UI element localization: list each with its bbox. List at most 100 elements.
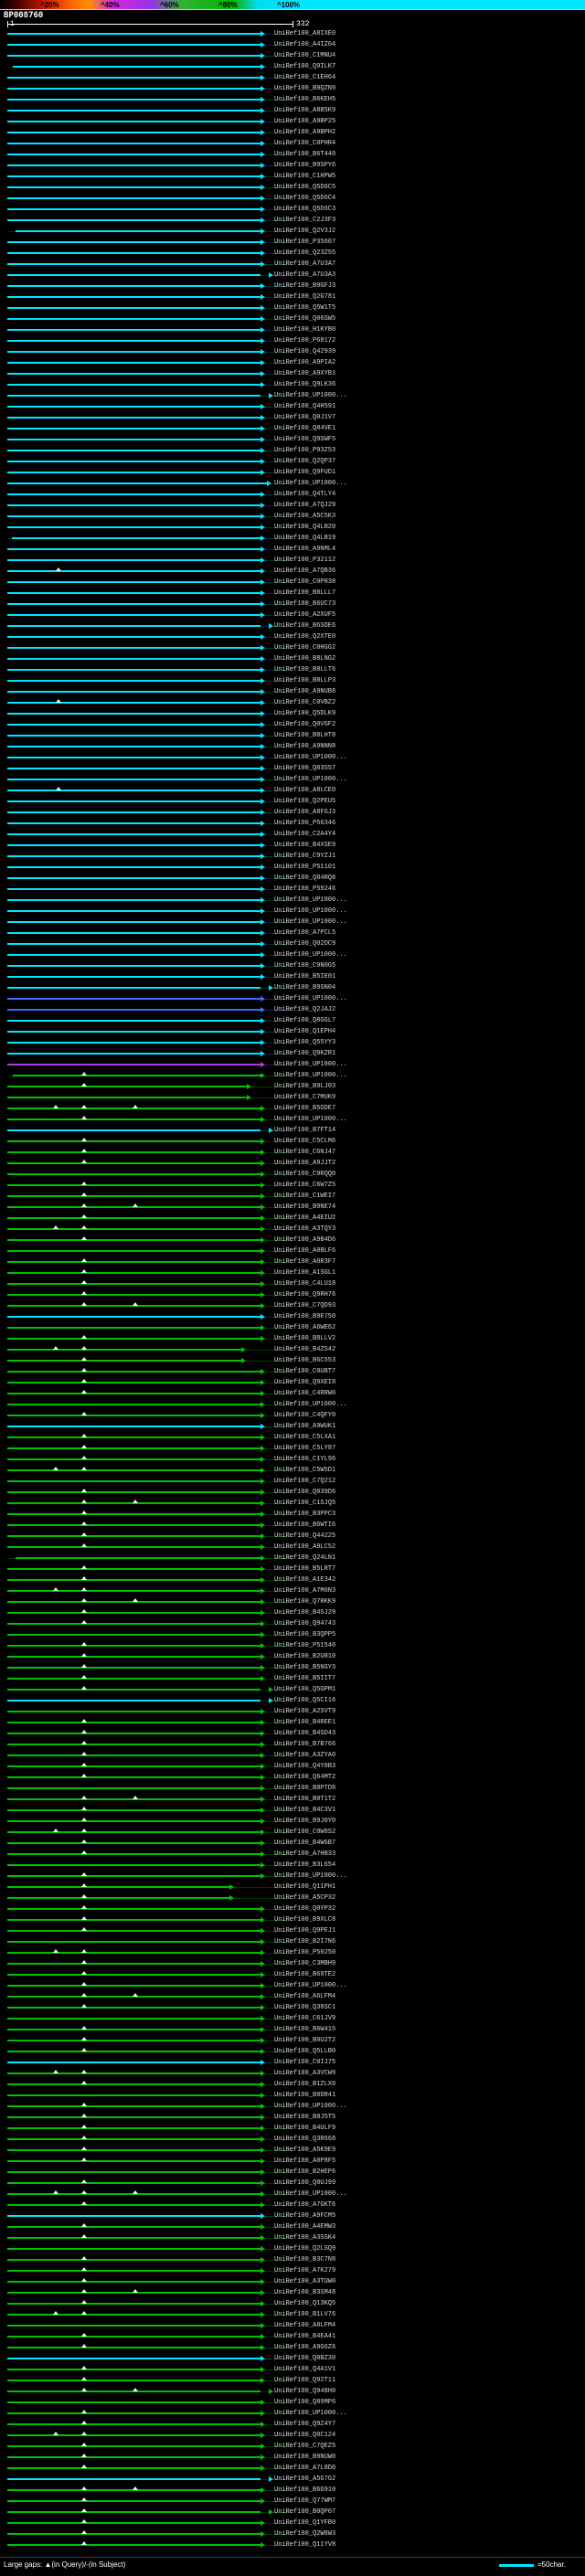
hit-label[interactable]: UniRef100_Q9PEJ1 (274, 1927, 335, 1935)
hit-label[interactable]: UniRef100_Q039D6 (274, 1489, 335, 1496)
hit-label[interactable]: UniRef100_Q89MP6 (274, 2399, 335, 2406)
hit-label[interactable]: UniRef100_UP1000... (274, 896, 347, 904)
hit-bar[interactable] (7, 1316, 261, 1318)
hit-label[interactable]: UniRef100_P35607 (274, 239, 335, 246)
hit-label[interactable]: UniRef100_B9J0Y0 (274, 1818, 335, 1825)
hit-label[interactable]: UniRef100_A7U3A7 (274, 260, 335, 268)
hit-bar[interactable] (7, 461, 261, 462)
hit-label[interactable]: UniRef100_A4EMW3 (274, 2223, 335, 2231)
hit-bar[interactable] (7, 1831, 261, 1833)
hit-bar[interactable] (7, 1820, 261, 1822)
hit-bar[interactable] (7, 329, 261, 331)
hit-label[interactable]: UniRef100_UP1000... (274, 951, 347, 959)
hit-label[interactable]: UniRef100_C0UBT7 (274, 1368, 335, 1375)
hit-label[interactable]: UniRef100_B7B766 (274, 1741, 335, 1748)
hit-label[interactable]: UniRef100_C0PHR4 (274, 140, 335, 147)
hit-label[interactable]: UniRef100_A0P8F5 (274, 2157, 335, 2165)
hit-bar[interactable] (7, 1338, 261, 1340)
hit-bar[interactable] (7, 1941, 261, 1943)
hit-bar[interactable] (7, 2029, 261, 2030)
hit-bar[interactable] (7, 472, 261, 473)
hit-bar[interactable] (7, 2127, 261, 2129)
hit-label[interactable]: UniRef100_C0HGG2 (274, 644, 335, 652)
hit-label[interactable]: UniRef100_B9SPY6 (274, 162, 335, 169)
hit-bar[interactable] (7, 1524, 261, 1526)
hit-bar[interactable] (7, 526, 261, 528)
hit-bar[interactable] (7, 2248, 261, 2250)
hit-bar[interactable] (7, 2237, 261, 2239)
hit-bar[interactable] (7, 2522, 261, 2524)
hit-bar[interactable] (7, 1952, 261, 1954)
hit-label[interactable]: UniRef100_A9LC52 (274, 1543, 335, 1551)
hit-label[interactable]: UniRef100_Q92T11 (274, 2377, 335, 2384)
hit-label[interactable]: UniRef100_Q02DC9 (274, 940, 335, 948)
hit-label[interactable]: UniRef100_C3MBH9 (274, 1960, 335, 1967)
hit-label[interactable]: UniRef100_A7PCL5 (274, 929, 335, 937)
hit-label[interactable]: UniRef100_UP1000... (274, 1061, 347, 1068)
hit-bar[interactable] (7, 1645, 261, 1647)
hit-label[interactable]: UniRef100_P50250 (274, 1949, 335, 1956)
hit-label[interactable]: UniRef100_B5IE01 (274, 973, 335, 981)
hit-bar[interactable] (7, 1853, 261, 1855)
hit-label[interactable]: UniRef100_Q24LN1 (274, 1554, 335, 1562)
hit-label[interactable]: UniRef100_A1E342 (274, 1576, 335, 1584)
hit-label[interactable]: UniRef100_B8LHT8 (274, 732, 335, 739)
hit-bar[interactable] (7, 2083, 261, 2085)
hit-bar[interactable] (7, 132, 261, 133)
hit-bar[interactable] (7, 2358, 261, 2359)
hit-bar[interactable] (7, 1897, 229, 1899)
hit-label[interactable]: UniRef100_A2XUF5 (274, 611, 335, 619)
hit-label[interactable]: UniRef100_B4REE1 (274, 1719, 335, 1726)
hit-label[interactable]: UniRef100_B3SM48 (274, 2289, 335, 2296)
hit-bar[interactable] (7, 1722, 261, 1723)
hit-bar[interactable] (7, 1480, 261, 1482)
hit-bar[interactable] (7, 1754, 261, 1756)
hit-label[interactable]: UniRef100_A3SSK4 (274, 2234, 335, 2242)
hit-bar[interactable] (7, 77, 261, 79)
hit-bar[interactable] (7, 1294, 261, 1296)
hit-label[interactable]: UniRef100_B4C3V1 (274, 1807, 335, 1814)
hit-label[interactable]: UniRef100_A9FCM5 (274, 2212, 335, 2220)
hit-bar[interactable] (7, 373, 261, 375)
hit-label[interactable]: UniRef100_A7QB36 (274, 567, 335, 575)
hit-label[interactable]: UniRef100_B6C553 (274, 1357, 335, 1364)
hit-label[interactable]: UniRef100_B6T440 (274, 151, 335, 158)
hit-label[interactable]: UniRef100_A0BLF6 (274, 1247, 335, 1255)
hit-bar[interactable] (7, 1579, 261, 1581)
hit-bar[interactable] (7, 636, 261, 638)
hit-bar[interactable] (7, 1272, 261, 1274)
hit-bar[interactable] (7, 1118, 261, 1120)
hit-label[interactable]: UniRef100_Q4A1V1 (274, 2366, 335, 2373)
hit-bar[interactable] (7, 1787, 261, 1789)
hit-label[interactable]: UniRef100_UP1000... (274, 995, 347, 1002)
hit-bar[interactable] (7, 2094, 261, 2096)
hit-label[interactable]: UniRef100_C4RRW0 (274, 1390, 335, 1397)
hit-bar[interactable] (7, 1097, 247, 1098)
hit-label[interactable]: UniRef100_B1ZLX0 (274, 2081, 335, 2088)
hit-bar[interactable] (7, 2105, 261, 2107)
hit-bar[interactable] (7, 1711, 261, 1712)
hit-label[interactable]: UniRef100_A8IXE0 (274, 30, 335, 37)
hit-label[interactable]: UniRef100_UP1000... (274, 1116, 347, 1123)
hit-label[interactable]: UniRef100_UP1000... (274, 2190, 347, 2198)
hit-bar[interactable] (7, 2347, 261, 2348)
hit-bar[interactable] (7, 1173, 261, 1175)
hit-bar[interactable] (16, 230, 261, 232)
hit-bar[interactable] (7, 395, 261, 397)
hit-bar[interactable] (7, 439, 261, 440)
hit-bar[interactable] (7, 647, 261, 649)
hit-bar[interactable] (7, 285, 261, 287)
hit-bar[interactable] (7, 1162, 261, 1164)
hit-bar[interactable] (7, 844, 261, 846)
hit-label[interactable]: UniRef100_B2UR10 (274, 1653, 335, 1660)
hit-label[interactable]: UniRef100_UP1000... (274, 392, 347, 399)
hit-label[interactable]: UniRef100_Q2V3J2 (274, 228, 335, 235)
hit-bar[interactable] (7, 899, 261, 901)
hit-bar[interactable] (7, 757, 261, 758)
hit-bar[interactable] (7, 428, 261, 429)
hit-bar[interactable] (7, 1623, 261, 1625)
hit-label[interactable]: UniRef100_A7QJ29 (274, 502, 335, 509)
hit-bar[interactable] (7, 1140, 261, 1142)
hit-bar[interactable] (7, 154, 261, 155)
hit-label[interactable]: UniRef100_A8LCE0 (274, 787, 335, 794)
